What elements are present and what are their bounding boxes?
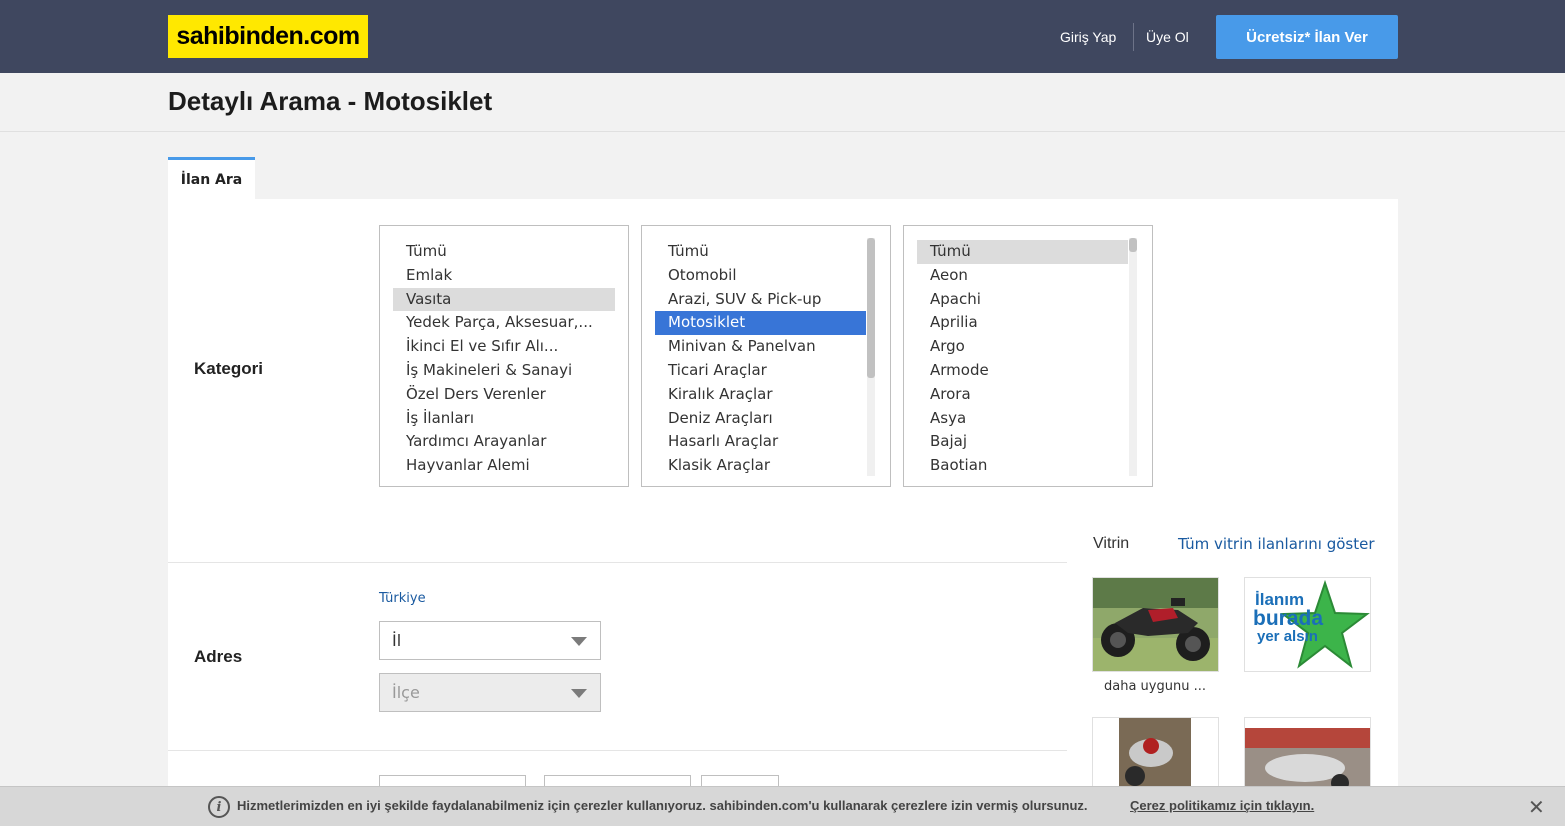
tab-ilan-ara[interactable]: İlan Ara [168,157,255,200]
vehicle-option[interactable]: Otomobil [655,264,866,288]
adres-label: Adres [194,647,243,666]
site-logo[interactable]: sahibinden.com [168,15,368,58]
section-divider [168,562,1067,563]
kategori-label: Kategori [194,359,263,378]
chevron-down-icon [571,689,587,698]
vehicle-option[interactable]: Kiralık Araçlar [655,383,866,407]
register-link[interactable]: Üye Ol [1146,29,1189,45]
cookie-policy-link[interactable]: Çerez politikamız için tıklayın. [1130,798,1314,813]
post-ad-button[interactable]: Ücretsiz* İlan Ver [1216,15,1398,59]
vehicle-option[interactable]: Tümü [655,240,866,264]
brand-option[interactable]: Baotian [917,454,1128,478]
country-link[interactable]: Türkiye [379,591,426,606]
vitrin-title: Vitrin [1093,535,1130,552]
cookie-message: Hizmetlerimizden en iyi şekilde faydalan… [237,798,1088,813]
section-divider [168,750,1067,751]
vitrin-show-all-link[interactable]: Tüm vitrin ilanlarını göster [1178,535,1375,553]
vehicle-option[interactable]: Arazi, SUV & Pick-up [655,288,866,312]
logo-text: sahibinden.com [176,22,360,50]
promo-star-icon: İlanım burada yer alsın [1245,578,1370,671]
category-list-brand[interactable]: Tümü Aeon Apachi Aprilia Argo Armode Aro… [903,225,1153,487]
category-option[interactable]: İş İlanları [393,407,615,431]
chevron-down-icon [571,637,587,646]
promo-line-3: yer alsın [1257,628,1318,645]
category-list-vehicle[interactable]: Tümü Otomobil Arazi, SUV & Pick-up Motos… [641,225,891,487]
vehicle-option[interactable]: Hasarlı Araçlar [655,430,866,454]
title-bar: Detaylı Arama - Motosiklet [0,73,1565,132]
nav-separator [1133,23,1134,51]
category-option[interactable]: İkinci El ve Sıfır Alı... [393,335,615,359]
scrollbar-thumb[interactable] [1129,238,1137,252]
vitrin-item-scooter-2[interactable] [1244,717,1371,797]
category-option[interactable]: Yedek Parça, Aksesuar,... [393,311,615,335]
brand-option[interactable]: Aprilia [917,311,1128,335]
brand-option[interactable]: Armode [917,359,1128,383]
vitrin-item-scooter[interactable] [1092,717,1219,797]
district-select[interactable]: İlçe [379,673,601,712]
vehicle-option-selected[interactable]: Motosiklet [655,311,866,336]
category-option[interactable]: Hayvanlar Alemi [393,454,615,478]
brand-option[interactable]: Bajaj [917,430,1128,454]
vehicle-option[interactable]: Klasik Araçlar [655,454,866,478]
category-option[interactable]: Yardımcı Arayanlar [393,430,615,454]
category-option[interactable]: Özel Ders Verenler [393,383,615,407]
vehicle-option[interactable]: Ticari Araçlar [655,359,866,383]
info-icon: i [208,796,230,818]
category-option[interactable]: Tümü [393,240,615,264]
brand-option[interactable]: Apachi [917,288,1128,312]
category-option[interactable]: Emlak [393,264,615,288]
promo-line-2: burada [1253,607,1323,630]
province-select[interactable]: İl [379,621,601,660]
category-option[interactable]: İş Makineleri & Sanayi [393,359,615,383]
category-list-main[interactable]: Tümü Emlak Vasıta Yedek Parça, Aksesuar,… [379,225,629,487]
brand-option[interactable]: Arora [917,383,1128,407]
vitrin-caption[interactable]: daha uygunu ... [1104,679,1206,694]
category-option-selected[interactable]: Vasıta [393,287,615,312]
page-title: Detaylı Arama - Motosiklet [168,86,493,116]
brand-option[interactable]: Asya [917,407,1128,431]
scrollbar[interactable] [867,238,875,476]
vehicle-option[interactable]: Minivan & Panelvan [655,335,866,359]
cookie-banner: i Hizmetlerimizden en iyi şekilde faydal… [0,786,1565,826]
vitrin-promo[interactable]: İlanım burada yer alsın [1244,577,1371,672]
top-header: sahibinden.com Giriş Yap Üye Ol Ücretsiz… [0,0,1565,73]
district-select-value: İlçe [392,683,420,702]
close-icon[interactable]: ✕ [1528,795,1545,819]
vehicle-option[interactable]: Deniz Araçları [655,407,866,431]
brand-option-selected[interactable]: Tümü [917,240,1128,264]
brand-option[interactable]: Aeon [917,264,1128,288]
province-select-value: İl [392,631,402,650]
vitrin-item-motorcycle[interactable] [1092,577,1219,672]
scrollbar[interactable] [1129,238,1137,476]
login-link[interactable]: Giriş Yap [1060,29,1116,45]
scrollbar-thumb[interactable] [867,238,875,378]
motorcycle-photo [1093,578,1218,671]
brand-option[interactable]: Argo [917,335,1128,359]
